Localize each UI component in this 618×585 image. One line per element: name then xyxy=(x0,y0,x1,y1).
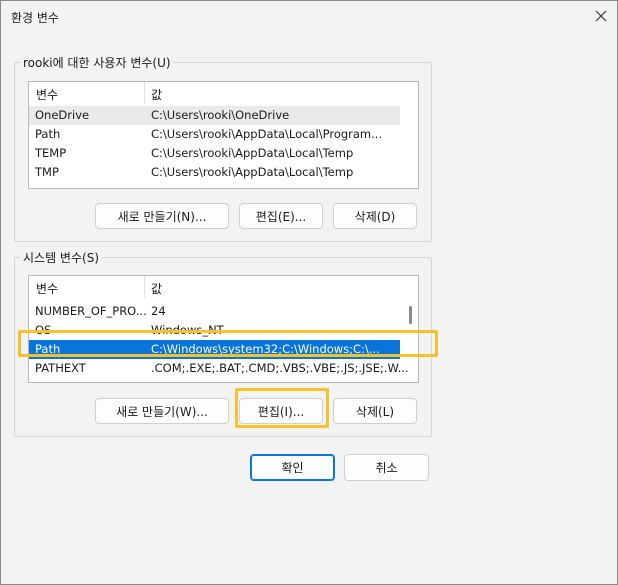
close-icon xyxy=(595,10,607,22)
system-variables-group: 시스템 변수(S) 변수 값 NUMBER_OF_PRO... 24 OS Wi… xyxy=(14,249,432,437)
table-row[interactable]: OS Windows_NT xyxy=(29,321,400,340)
user-variables-list[interactable]: 변수 값 OneDrive C:\Users\rooki\OneDrive Pa… xyxy=(28,81,419,189)
column-header-value[interactable]: 값 xyxy=(151,280,162,297)
title-bar: 환경 변수 xyxy=(1,1,617,33)
ok-button[interactable]: 확인 xyxy=(250,454,335,481)
user-new-button[interactable]: 새로 만들기(N)... xyxy=(95,203,229,229)
system-variables-list[interactable]: 변수 값 NUMBER_OF_PRO... 24 OS Windows_NT P… xyxy=(28,275,419,383)
row-variable-name: OneDrive xyxy=(35,108,90,122)
cancel-button[interactable]: 취소 xyxy=(344,454,429,481)
row-variable-name: TEMP xyxy=(35,146,67,160)
list-header: 변수 값 xyxy=(29,276,418,298)
user-edit-button[interactable]: 편집(E)... xyxy=(239,203,323,229)
user-variables-legend: rooki에 대한 사용자 변수(U) xyxy=(20,54,174,71)
system-variables-legend: 시스템 변수(S) xyxy=(20,249,102,266)
column-header-variable[interactable]: 변수 xyxy=(36,86,58,103)
user-delete-button[interactable]: 삭제(D) xyxy=(333,203,417,229)
vertical-scrollbar-thumb[interactable] xyxy=(409,306,412,324)
row-variable-name: Path xyxy=(35,127,61,141)
row-variable-value: 24 xyxy=(151,304,166,318)
window-title: 환경 변수 xyxy=(11,11,59,25)
table-row[interactable]: TEMP C:\Users\rooki\AppData\Local\Temp xyxy=(29,144,400,163)
table-row[interactable]: PATHEXT .COM;.EXE;.BAT;.CMD;.VBS;.VBE;.J… xyxy=(29,359,409,378)
user-variables-group: rooki에 대한 사용자 변수(U) 변수 값 OneDrive C:\Use… xyxy=(14,54,432,242)
row-variable-value: C:\Users\rooki\AppData\Local\Temp xyxy=(151,146,354,160)
row-variable-value: C:\Windows\system32;C:\Windows;C:\... xyxy=(151,342,380,356)
close-button[interactable] xyxy=(589,5,613,27)
environment-variables-dialog: 환경 변수 rooki에 대한 사용자 변수(U) 변수 값 OneDrive … xyxy=(0,0,618,585)
row-variable-name: PATHEXT xyxy=(35,361,86,375)
row-variable-value: C:\Users\rooki\AppData\Local\Program... xyxy=(151,127,383,141)
row-variable-name: NUMBER_OF_PRO... xyxy=(35,304,147,318)
row-variable-name: OS xyxy=(35,323,52,337)
table-row[interactable]: Path C:\Users\rooki\AppData\Local\Progra… xyxy=(29,125,400,144)
row-variable-value: C:\Users\rooki\AppData\Local\Temp xyxy=(151,165,354,179)
column-header-variable[interactable]: 변수 xyxy=(36,280,58,297)
row-variable-name: Path xyxy=(35,342,61,356)
system-edit-button[interactable]: 편집(I)... xyxy=(239,398,323,424)
table-row-selected[interactable]: Path C:\Windows\system32;C:\Windows;C:\.… xyxy=(29,340,400,359)
row-variable-value: C:\Users\rooki\OneDrive xyxy=(151,108,290,122)
list-header: 변수 값 xyxy=(29,82,418,104)
table-row[interactable]: OneDrive C:\Users\rooki\OneDrive xyxy=(29,106,400,125)
system-delete-button[interactable]: 삭제(L) xyxy=(333,398,417,424)
row-variable-value: .COM;.EXE;.BAT;.CMD;.VBS;.VBE;.JS;.JSE;.… xyxy=(151,361,409,375)
row-variable-value: Windows_NT xyxy=(151,323,224,337)
row-variable-name: TMP xyxy=(35,165,59,179)
column-header-value[interactable]: 값 xyxy=(151,86,162,103)
table-row[interactable]: TMP C:\Users\rooki\AppData\Local\Temp xyxy=(29,163,400,182)
table-row[interactable]: NUMBER_OF_PRO... 24 xyxy=(29,302,400,321)
system-new-button[interactable]: 새로 만들기(W)... xyxy=(95,398,229,424)
